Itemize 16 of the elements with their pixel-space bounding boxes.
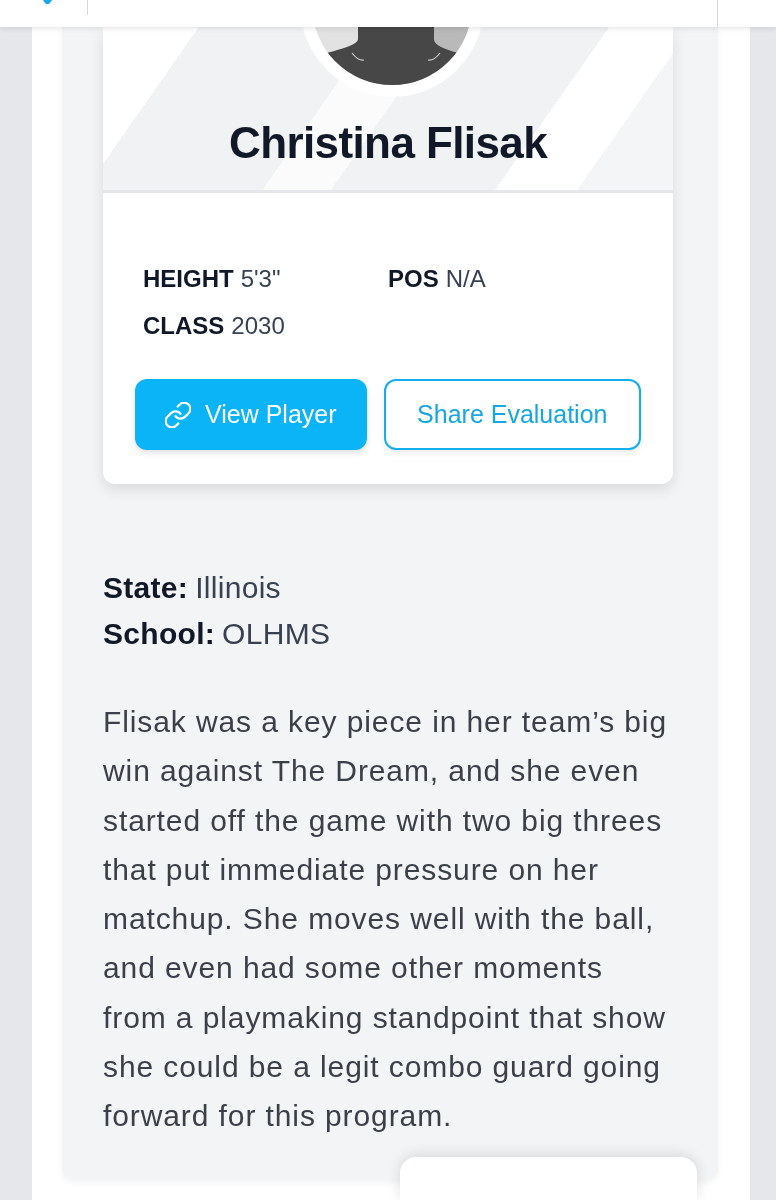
- stat-value: 2030: [231, 312, 285, 339]
- share-evaluation-button[interactable]: Share Evaluation: [383, 379, 641, 450]
- view-player-button[interactable]: View Player: [135, 379, 367, 450]
- stat-label: CLASS: [143, 312, 225, 339]
- stat-value: 5'3": [240, 265, 281, 292]
- stat-label: HEIGHT: [143, 265, 234, 292]
- stat-label: POS: [388, 265, 439, 292]
- logo-icon[interactable]: [43, 0, 52, 5]
- detail-value: Illinois: [195, 571, 281, 604]
- detail-value: OLHMS: [222, 617, 331, 650]
- player-name: Christina Flisak: [228, 117, 548, 169]
- link-icon: [165, 401, 191, 428]
- evaluation-text: Flisak was a key piece in her team’s big win against The Dream, and she even started off the game with two big threes that put immediate pressure on her matchup. She moves well with the ball, and even had some other moments from a playmaking standpoint that show she could be a legit combo guard going forward for this program.: [103, 704, 669, 1135]
- stat-value: N/A: [445, 265, 486, 292]
- detail-label: School:: [103, 617, 216, 650]
- detail-label: State:: [103, 571, 189, 604]
